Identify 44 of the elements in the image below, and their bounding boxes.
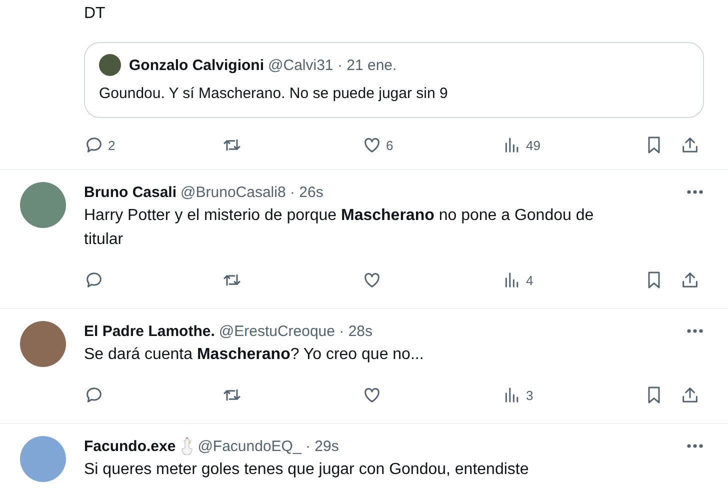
more-button[interactable] bbox=[686, 328, 704, 334]
share-button[interactable] bbox=[680, 270, 700, 290]
more-icon bbox=[686, 443, 704, 449]
like-button[interactable] bbox=[362, 385, 382, 405]
like-button[interactable]: 6 bbox=[362, 135, 394, 155]
user-name[interactable]: Bruno Casali bbox=[84, 184, 177, 200]
views-button[interactable]: 4 bbox=[502, 270, 534, 290]
share-icon bbox=[680, 385, 700, 405]
user-handle-time: @FacundoEQ_ · 29s bbox=[198, 438, 339, 454]
reply-button[interactable] bbox=[84, 270, 104, 290]
user-handle-time: @Calvi31 · 21 ene. bbox=[268, 56, 397, 74]
more-icon bbox=[686, 328, 704, 334]
reply-button[interactable] bbox=[84, 385, 104, 405]
avatar[interactable] bbox=[20, 182, 66, 228]
tweet-text: Si queres meter goles tenes que jugar con Gondou, entendiste bbox=[84, 460, 530, 480]
quoted-tweet[interactable]: Gonzalo Calvigioni @Calvi31 · 21 ene. Goundou. Y sí Mascherano. No se puede jugar sin 9 bbox=[84, 42, 704, 118]
more-icon bbox=[686, 189, 704, 195]
tweet-text: Harry Potter y el misterio de porque Mascherano no pone a Gondou de titular bbox=[84, 206, 595, 250]
share-icon bbox=[680, 135, 700, 155]
heart-icon bbox=[362, 135, 382, 155]
reply-icon bbox=[84, 270, 104, 290]
reply-button[interactable]: 2 bbox=[84, 135, 116, 155]
more-button[interactable] bbox=[686, 443, 704, 449]
reply-icon bbox=[84, 385, 104, 405]
tweet-text: Se dará cuenta Mascherano? Yo creo que no... bbox=[84, 345, 425, 365]
user-handle-time: @ErestuCreoque · 28s bbox=[218, 322, 373, 340]
views-button[interactable]: 49 bbox=[502, 135, 540, 155]
share-button[interactable] bbox=[680, 385, 700, 405]
more-button[interactable] bbox=[686, 189, 704, 195]
views-button[interactable]: 3 bbox=[502, 385, 534, 405]
share-button[interactable] bbox=[680, 135, 700, 155]
tweet-text: DT bbox=[84, 4, 106, 24]
user-name: Gonzalo Calvigioni bbox=[129, 56, 264, 74]
heart-icon bbox=[362, 270, 382, 290]
share-icon bbox=[680, 270, 700, 290]
user-name[interactable]: El Padre Lamothe. bbox=[84, 322, 215, 340]
reply-icon bbox=[84, 135, 104, 155]
like-button[interactable] bbox=[362, 270, 382, 290]
avatar bbox=[99, 54, 121, 76]
user-handle-time: @BrunoCasali8 · 26s bbox=[180, 184, 324, 200]
user-name[interactable]: Facundo.exe bbox=[84, 438, 176, 454]
heart-icon bbox=[362, 385, 382, 405]
avatar[interactable] bbox=[20, 321, 66, 367]
quoted-text: Goundou. Y sí Mascherano. No se puede jugar sin 9 bbox=[99, 84, 449, 104]
